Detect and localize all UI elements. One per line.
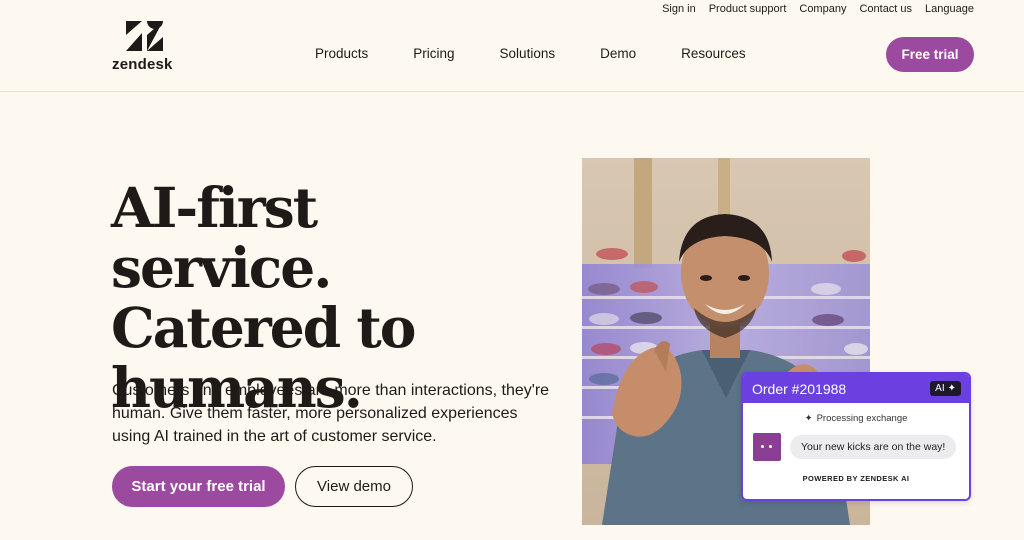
message-bubble: Your new kicks are on the way! [790, 435, 957, 459]
powered-by-label: POWERED BY ZENDESK AI [802, 474, 910, 483]
header-divider [0, 91, 1024, 92]
processing-status: ✦ Processing exchange [743, 413, 969, 424]
view-demo-button[interactable]: View demo [295, 466, 413, 507]
main-nav: Products Pricing Solutions Demo Resource… [315, 46, 746, 61]
hero-subtitle: Customers and employees are more than in… [112, 382, 550, 445]
zendesk-logo[interactable]: zendesk [112, 21, 182, 73]
nav-resources[interactable]: Resources [681, 46, 746, 61]
nav-products[interactable]: Products [315, 46, 368, 61]
utility-nav: Sign in Product support Company Contact … [662, 3, 974, 15]
message-row: Your new kicks are on the way! [753, 433, 960, 461]
ai-badge-label: AI [935, 383, 945, 394]
sparkle-icon: ✦ [804, 413, 813, 424]
contact-us-link[interactable]: Contact us [859, 3, 912, 15]
nav-solutions[interactable]: Solutions [500, 46, 556, 61]
nav-demo[interactable]: Demo [600, 46, 636, 61]
order-card: Order #201988 AI ✦ ✦ Processing exchange… [741, 372, 971, 501]
hero-title-line: Catered to [111, 295, 416, 360]
language-link[interactable]: Language [925, 3, 974, 15]
ai-badge: AI ✦ [930, 381, 961, 396]
brand-wordmark: zendesk [112, 56, 173, 73]
order-title: Order #201988 [752, 380, 847, 397]
zendesk-mark-icon [126, 21, 163, 51]
bot-avatar [753, 433, 781, 461]
sparkle-icon: ✦ [947, 383, 956, 394]
hero-title-line: AI-first service. [111, 175, 332, 300]
start-free-trial-button[interactable]: Start your free trial [112, 466, 285, 507]
order-card-header: Order #201988 AI ✦ [743, 374, 969, 403]
product-support-link[interactable]: Product support [709, 3, 787, 15]
company-link[interactable]: Company [799, 3, 846, 15]
free-trial-button[interactable]: Free trial [886, 37, 974, 72]
sign-in-link[interactable]: Sign in [662, 3, 696, 15]
processing-label: Processing exchange [816, 413, 908, 424]
nav-pricing[interactable]: Pricing [413, 46, 454, 61]
